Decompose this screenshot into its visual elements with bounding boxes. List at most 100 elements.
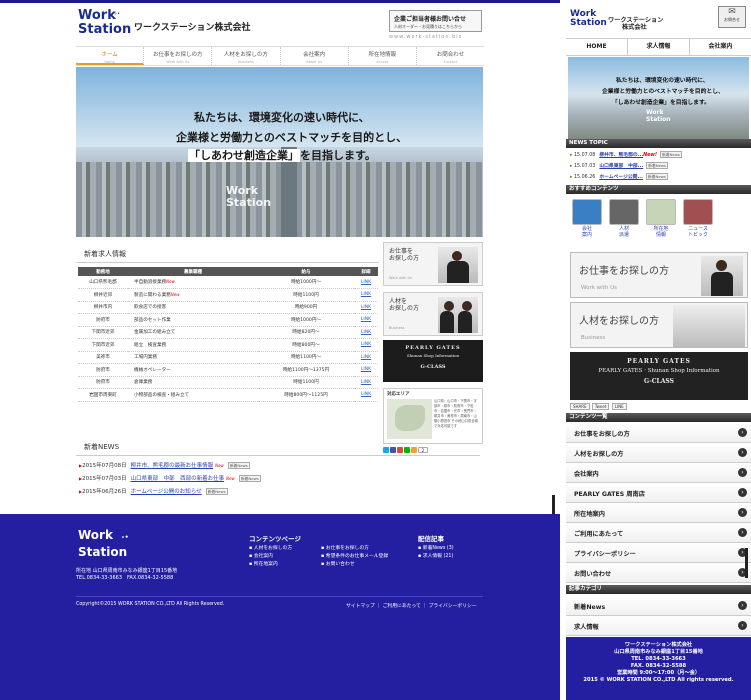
news-link[interactable]: ホームページ公開のお知らせ (131, 489, 202, 495)
mobile-pearly-banner[interactable]: PEARLY GATES PEARLY GATES · Shunan Shop … (570, 352, 748, 400)
table-row: 柳井市内 飲食店での接客 時給900円 LINK (78, 301, 378, 314)
header-type: 募集職種 (128, 267, 258, 276)
footer-link[interactable]: ▪ 会社案内 (249, 552, 273, 559)
mobile-content-row[interactable]: お問い合わせ › (566, 563, 751, 583)
mobile-category-row[interactable]: 新着News › (566, 596, 751, 616)
jobs-section: 新着求人情報 勤務地 募集職種 給与 詳細 山口県熊毛郡 半自動溶接業務New 時給… (76, 244, 379, 429)
mobile-hero-wm-2: Station (646, 116, 671, 123)
job-link[interactable]: LINK (354, 338, 378, 352)
job-type: 小物部品の検査・組み立て (134, 392, 190, 398)
mobile-footer-hours: 営業時間 9:00〜17:00（月〜金） (616, 670, 701, 676)
mobile-nav-jobs[interactable]: 求人情報 (628, 39, 690, 55)
mobile-company: ワークステーション 株式会社 (608, 17, 663, 31)
share-button[interactable]: SHARE (570, 403, 590, 410)
mobile-nav-about[interactable]: 会社案内 (690, 39, 751, 55)
job-link[interactable]: LINK (354, 326, 378, 339)
mobile-news-bar: NEWS TOPIC (566, 139, 751, 148)
mobile-content-label: お仕事をお探しの方 (574, 431, 630, 438)
job-link[interactable]: LINK (354, 288, 378, 302)
logo[interactable]: Work ∘• Station (78, 9, 132, 41)
hero-line-1: 私たちは、環境変化の速い時代に、 (194, 111, 370, 124)
mobile-news-link[interactable]: ホームページ公開... (599, 175, 643, 180)
contact-banner[interactable]: 企業ご担当者様お問い合せ 人材オーダー・お見積りはこちらから (389, 10, 482, 32)
staff-search-button[interactable]: 人材を お探しの方 Business (383, 292, 483, 336)
pearly-gates-banner[interactable]: PEARLY GATES Shunan Shop Information G-C… (383, 340, 483, 382)
facebook-icon[interactable] (390, 447, 396, 453)
mobile-news-tag[interactable]: 新着News (660, 151, 682, 158)
mobile-content-row[interactable]: お仕事をお探しの方 › (566, 423, 751, 443)
mobile-work-button[interactable]: お仕事をお探しの方 Work with Us (570, 252, 748, 298)
business-group-photo (673, 305, 745, 347)
mobile-nav-home[interactable]: HOME (566, 39, 628, 55)
rss-icon[interactable] (411, 447, 417, 453)
job-link[interactable]: LINK (354, 388, 378, 402)
mobile-icon-link[interactable]: 人材 派遣 (607, 199, 641, 238)
mobile-icon-link[interactable]: 所在地 情報 (644, 199, 678, 238)
mobile-footer-company: ワークステーション株式会社 (624, 642, 693, 648)
google-plus-icon[interactable] (397, 447, 403, 453)
hero-banner: 私たちは、環境変化の速い時代に、 企業様と労働力とのベストマッチを目的とし、 「… (76, 67, 483, 237)
news-link[interactable]: 山口県東部 中部 西部の新着お仕事 (131, 476, 225, 482)
mobile-content-row[interactable]: プライバシーポリシー › (566, 543, 751, 563)
mobile-news-link[interactable]: 山口県東部 中部... (599, 164, 643, 169)
news-link[interactable]: 柳井市、熊毛郡の最新お仕事情報 (131, 463, 214, 469)
line-icon[interactable] (404, 447, 410, 453)
footer-link[interactable]: ▪ お問い合わせ (321, 560, 355, 567)
job-type: 製造に関わる業務 (134, 292, 171, 298)
job-pay: 時給1100円〜 (258, 351, 354, 364)
footer-addr-1: 所在地 山口県周南市みなみ銀座1丁目15番地 (76, 568, 178, 574)
mobile-content-row[interactable]: PEARLY GATES 周南店 › (566, 483, 751, 503)
news-tag[interactable]: 新着News (227, 462, 250, 469)
contact-sub: 人材オーダー・お見積りはこちらから (394, 24, 462, 29)
twitter-icon[interactable] (383, 447, 389, 453)
nav-work[interactable]: お仕事をお探しの方 Work with Us (144, 47, 213, 65)
mobile-business-en: Business (581, 335, 606, 341)
footer-link[interactable]: ▪ 所在地案内 (249, 560, 278, 567)
mobile-content-label: 人材をお探しの方 (574, 451, 624, 458)
job-type-cell: 半自動溶接業務New (128, 276, 258, 289)
footer-links[interactable]: サイトマップ ｜ ご利用にあたって ｜ プライバシーポリシー (346, 602, 477, 609)
mobile-news-tag[interactable]: 新着News (646, 162, 669, 169)
mobile-icon-link[interactable]: ニュース トピック (681, 199, 715, 238)
news-tag[interactable]: 新着News (205, 488, 228, 495)
hero-quote: 「しあわせ創造企業」 (188, 149, 300, 162)
news-title: 新着NEWS (84, 443, 120, 451)
news-tag[interactable]: 新着News (238, 475, 261, 482)
job-link[interactable]: LINK (354, 376, 378, 389)
mobile-business-button[interactable]: 人材をお探しの方 Business (570, 302, 748, 348)
mobile-news-link[interactable]: 柳井市、熊毛郡の... (599, 153, 643, 158)
line-button[interactable]: LINE (611, 403, 627, 410)
tweet-button[interactable]: Tweet (591, 403, 610, 410)
footer-blog-link[interactable]: ▪ 求人情報 (21) (418, 552, 453, 559)
pearly-class: G-CLASS (420, 364, 446, 370)
mobile-content-row[interactable]: 会社案内 › (566, 463, 751, 483)
job-place: 下関市近郊 (78, 326, 128, 339)
nav-business[interactable]: 人材をお探しの方 Business (212, 47, 281, 65)
nav-access[interactable]: 所在地情報 Access (349, 47, 417, 65)
job-type-cell: 組立 検査業務 (128, 338, 258, 352)
content-icon (572, 199, 602, 225)
mobile-content-row[interactable]: ご利用にあたって › (566, 523, 751, 543)
job-link[interactable]: LINK (354, 301, 378, 314)
footer-link[interactable]: ▪ 希望条件のお仕事メール登録 (321, 552, 388, 559)
nav-home[interactable]: ホーム Home (76, 47, 145, 65)
job-type: 飲食店での接客 (134, 305, 167, 311)
mobile-content-row[interactable]: 人材をお探しの方 › (566, 443, 751, 463)
job-link[interactable]: LINK (354, 276, 378, 289)
mobile-icon-link[interactable]: 会社 案内 (570, 199, 604, 238)
footer-link[interactable]: ▪ お仕事をお探しの方 (321, 544, 369, 551)
footer-link[interactable]: ▪ 人材をお探しの方 (249, 544, 292, 551)
mobile-content-row[interactable]: 所在地案内 › (566, 503, 751, 523)
mobile-scrollbar-thumb[interactable] (745, 548, 748, 578)
mobile-category-row[interactable]: 求人情報 › (566, 616, 751, 636)
mobile-contact-button[interactable]: ✉ お問合せ (718, 6, 746, 28)
job-link[interactable]: LINK (354, 363, 378, 377)
footer-blog-link[interactable]: ▪ 新着News (3) (418, 544, 454, 551)
job-link[interactable]: LINK (354, 351, 378, 364)
nav-about[interactable]: 会社案内 About Us (281, 47, 349, 65)
work-search-button[interactable]: お仕事を お探しの方 Work with Us (383, 242, 483, 286)
nav-contact[interactable]: お問合わせ Contact (417, 47, 484, 65)
mobile-news-tag[interactable]: 新着News (645, 173, 668, 180)
job-link[interactable]: LINK (354, 313, 378, 327)
mobile-logo[interactable]: Work Station (570, 10, 607, 28)
